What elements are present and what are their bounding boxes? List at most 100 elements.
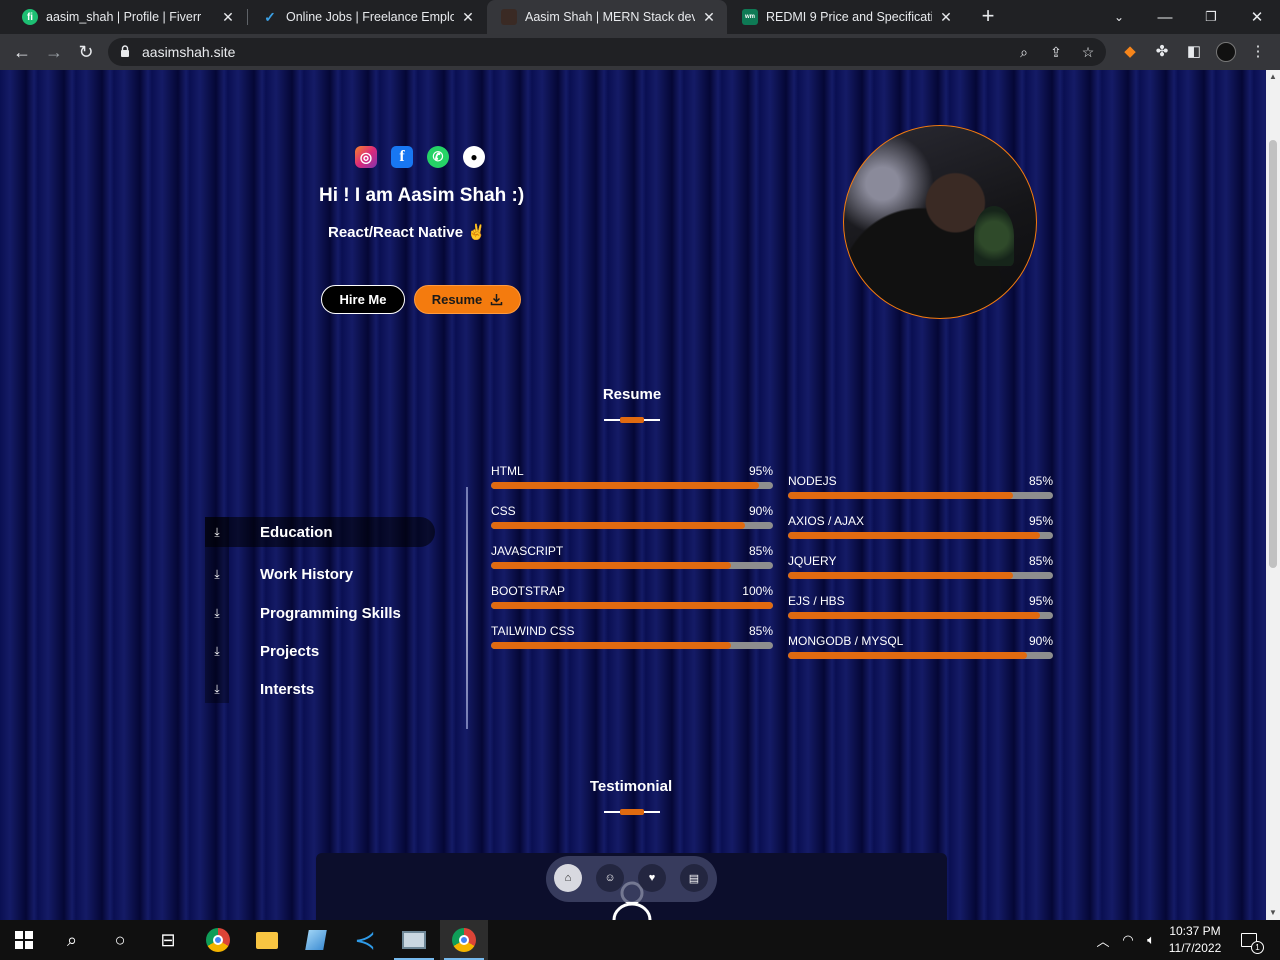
share-icon[interactable]: ⇪ <box>1046 42 1066 62</box>
close-tab-icon[interactable]: ✕ <box>460 9 476 26</box>
skill-progress-fill <box>788 572 1014 579</box>
skill-name: NODEJS <box>788 474 837 488</box>
notification-center-icon[interactable]: 1 <box>1236 920 1264 960</box>
skill-progress-fill <box>788 612 1040 619</box>
download-icon: ⤓ <box>214 566 220 581</box>
close-tab-icon[interactable]: ✕ <box>701 9 717 26</box>
windows-start-icon[interactable] <box>0 920 48 960</box>
show-hidden-icons[interactable]: ︿ <box>1092 920 1114 960</box>
skill-progress-fill <box>788 532 1040 539</box>
skill-percent: 85% <box>748 624 773 638</box>
zoom-icon[interactable]: ⌕ <box>1014 42 1034 62</box>
skill-progress-bar <box>788 492 1053 499</box>
resume-section-title: Resume <box>602 386 662 403</box>
skill-name: EJS / HBS <box>788 594 845 608</box>
tab-title: Online Jobs | Freelance Employment <box>286 10 454 24</box>
close-tab-icon[interactable]: ✕ <box>938 9 954 26</box>
chrome-active-taskbar-icon[interactable] <box>440 920 488 960</box>
whatsapp-icon[interactable]: ✆ <box>427 146 449 168</box>
hire-me-button[interactable]: Hire Me <box>321 285 405 314</box>
instagram-icon[interactable]: ◎ <box>355 146 377 168</box>
clock-time: 10:37 PM <box>1169 924 1221 938</box>
skill-item: TAILWIND CSS 85% <box>491 624 773 649</box>
browser-tab-upwork[interactable]: ✓ Online Jobs | Freelance Employment ✕ <box>248 0 486 34</box>
chrome-taskbar-icon[interactable] <box>194 920 242 960</box>
profile-photo <box>843 125 1037 319</box>
skill-progress-fill <box>491 642 731 649</box>
tab-title: REDMI 9 Price and Specifications <box>766 10 932 24</box>
skill-percent: 100% <box>742 584 773 598</box>
home-icon[interactable]: ⌂ <box>554 864 582 892</box>
side-panel-icon[interactable]: ◧ <box>1184 42 1204 62</box>
skill-item: NODEJS 85% <box>788 474 1053 499</box>
skill-item: JAVASCRIPT 85% <box>491 544 773 569</box>
browser-tab-fiverr[interactable]: fi aasim_shah | Profile | Fiverr ✕ <box>8 0 246 34</box>
scroll-up-arrow[interactable]: ▲ <box>1266 70 1280 84</box>
user-nav-icon[interactable]: ☺ <box>596 864 624 892</box>
resume-tab-projects[interactable]: ⤓ Projects <box>205 636 319 666</box>
browser-tab-redmi[interactable]: wm REDMI 9 Price and Specifications ✕ <box>728 0 964 34</box>
search-icon[interactable]: ⌕ <box>48 920 96 960</box>
skill-item: JQUERY 85% <box>788 554 1053 579</box>
vscode-icon[interactable]: ≺ <box>341 920 389 960</box>
skill-progress-bar <box>788 652 1053 659</box>
remote-desktop-icon[interactable] <box>390 920 438 960</box>
metamask-extension-icon[interactable]: ◆ <box>1120 42 1140 62</box>
skill-name: MONGODB / MYSQL <box>788 634 904 648</box>
resume-tab-programming-skills[interactable]: ⤓ Programming Skills <box>205 598 401 628</box>
resume-tab-label: Programming Skills <box>260 604 401 622</box>
url-text: aasimshah.site <box>142 44 236 60</box>
notepad-icon[interactable] <box>292 920 340 960</box>
download-icon: ⤓ <box>214 643 220 658</box>
section-underline <box>604 809 660 815</box>
cortana-icon[interactable]: ○ <box>96 920 144 960</box>
wifi-icon[interactable]: ◠ <box>1118 920 1138 960</box>
page-scrollbar[interactable]: ▲ ▼ <box>1266 70 1280 920</box>
resume-button-label: Resume <box>431 292 483 307</box>
resume-tab-work-history[interactable]: ⤓ Work History <box>205 559 353 589</box>
scrollbar-thumb[interactable] <box>1269 140 1277 568</box>
github-icon[interactable]: ● <box>463 146 485 168</box>
close-tab-icon[interactable]: ✕ <box>220 9 236 26</box>
tab-search-icon[interactable]: ⌄ <box>1096 0 1142 34</box>
chrome-menu-icon[interactable]: ⋮ <box>1248 42 1268 62</box>
skill-item: CSS 90% <box>491 504 773 529</box>
skill-percent: 85% <box>1028 554 1053 568</box>
resume-tab-interests[interactable]: ⤓ Intersts <box>205 674 314 704</box>
notification-count: 1 <box>1251 941 1264 954</box>
message-icon[interactable]: ▤ <box>680 864 708 892</box>
file-explorer-icon[interactable] <box>243 920 291 960</box>
hero-greeting: Hi ! I am Aasim Shah :) <box>319 185 525 206</box>
new-tab-button[interactable]: + <box>976 5 1000 29</box>
lock-icon <box>121 45 129 57</box>
facebook-icon[interactable]: f <box>391 146 413 168</box>
skill-progress-fill <box>491 602 773 609</box>
skill-name: CSS <box>491 504 516 518</box>
bookmark-star-icon[interactable]: ☆ <box>1078 42 1098 62</box>
skill-progress-fill <box>788 652 1027 659</box>
back-button[interactable]: ← <box>10 40 34 64</box>
task-view-icon[interactable]: ⊟ <box>144 920 192 960</box>
skill-name: BOOTSTRAP <box>491 584 566 598</box>
scroll-down-arrow[interactable]: ▼ <box>1266 906 1280 920</box>
close-window-button[interactable]: ✕ <box>1234 0 1280 34</box>
reload-button[interactable]: ↻ <box>74 40 98 64</box>
restore-button[interactable]: ❐ <box>1188 0 1234 34</box>
services-icon[interactable]: ♥ <box>638 864 666 892</box>
browser-tab-portfolio[interactable]: Aasim Shah | MERN Stack developer ✕ <box>487 0 727 34</box>
address-bar[interactable]: aasimshah.site ⌕ ⇪ ☆ <box>108 38 1106 66</box>
profile-avatar[interactable] <box>1216 42 1236 62</box>
skill-percent: 95% <box>1028 594 1053 608</box>
windows-taskbar: ⌕ ○ ⊟ ≺ ︿ ◠ 🔈︎ 10:37 PM 11/7/2022 1 <box>0 920 1280 960</box>
skill-progress-bar <box>491 602 773 609</box>
skill-percent: 90% <box>748 504 773 518</box>
taskbar-clock[interactable]: 10:37 PM 11/7/2022 <box>1158 923 1232 957</box>
skill-progress-fill <box>788 492 1014 499</box>
skill-progress-bar <box>788 532 1053 539</box>
resume-divider <box>466 487 468 729</box>
resume-download-button[interactable]: Resume <box>414 285 521 314</box>
forward-button[interactable]: → <box>42 40 66 64</box>
extensions-puzzle-icon[interactable]: ✤ <box>1152 42 1172 62</box>
resume-tab-education[interactable]: ⤓ Education <box>205 517 435 547</box>
minimize-button[interactable]: — <box>1142 0 1188 34</box>
